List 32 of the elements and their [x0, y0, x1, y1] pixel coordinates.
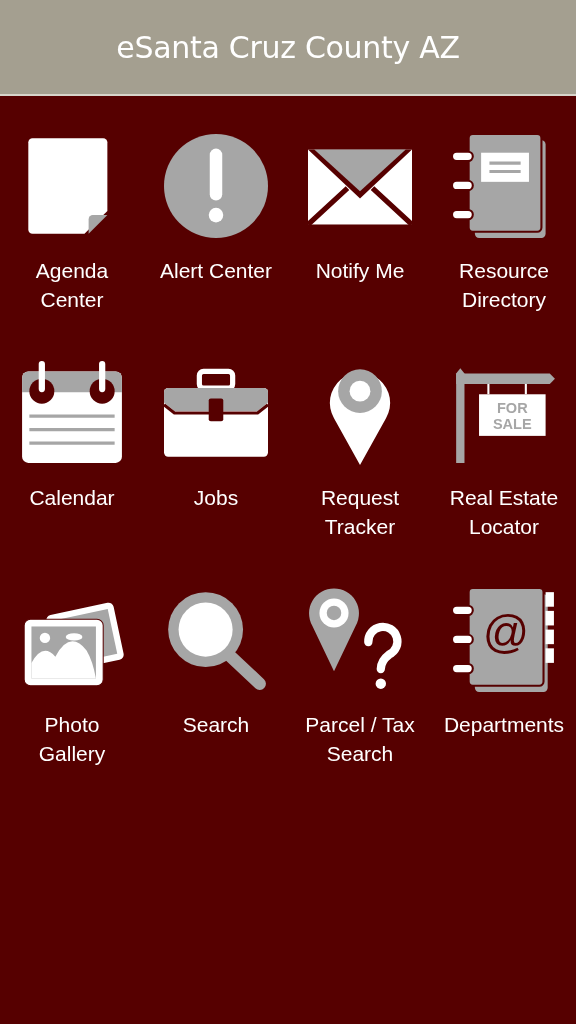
- for-sale-sign-icon: [456, 368, 555, 463]
- menu-tile[interactable]: Search: [144, 588, 288, 799]
- tile-label: Jobs: [193, 485, 239, 511]
- menu-tile[interactable]: Agenda Center: [0, 134, 144, 345]
- menu-tile[interactable]: @ Departments: [432, 588, 576, 799]
- tile-label: Agenda Center: [35, 258, 109, 313]
- alert-icon: [164, 134, 268, 238]
- menu-tile[interactable]: Photo Gallery: [0, 588, 144, 799]
- app-title: eSanta Cruz County AZ: [116, 29, 460, 65]
- menu-tile[interactable]: Calendar: [0, 361, 144, 572]
- menu-tile[interactable]: Parcel / Tax Search: [288, 588, 432, 799]
- tile-label: Calendar: [29, 485, 115, 511]
- tile-label: Resource Directory: [459, 258, 549, 313]
- menu-tile[interactable]: Jobs: [144, 361, 288, 572]
- menu-tile[interactable]: Alert Center: [144, 134, 288, 345]
- menu-tile[interactable]: Notify Me: [288, 134, 432, 345]
- menu-tile[interactable]: Request Tracker: [288, 361, 432, 572]
- tile-label: Real Estate Locator: [449, 485, 559, 540]
- sign-text: SALE: [492, 415, 532, 432]
- tile-label: Departments: [443, 712, 565, 738]
- menu-tile[interactable]: Resource Directory: [432, 134, 576, 345]
- calendar-icon: [20, 361, 124, 465]
- tile-label: Parcel / Tax Search: [305, 712, 415, 767]
- address-book-icon: [452, 588, 554, 692]
- tile-label: Request Tracker: [320, 485, 400, 540]
- sign-text: FOR: [496, 400, 528, 416]
- tile-label: Notify Me: [315, 258, 405, 284]
- tile-label: Photo Gallery: [38, 712, 106, 767]
- menu-tile[interactable]: FOR SALE Real Estate Locator: [432, 361, 576, 572]
- at-sign: @: [482, 607, 530, 659]
- tile-label: Search: [182, 712, 250, 738]
- tile-label: Alert Center: [159, 258, 272, 284]
